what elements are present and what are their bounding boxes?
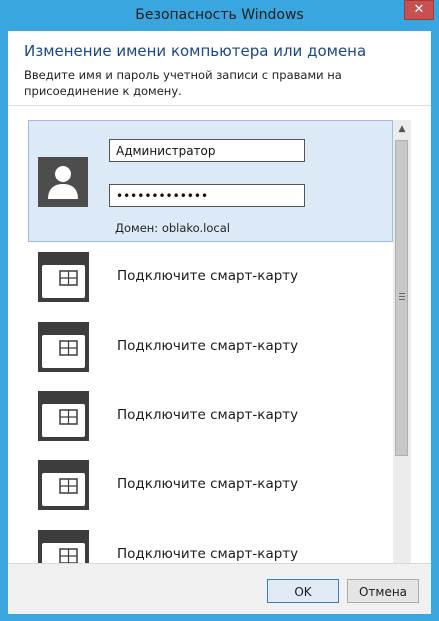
scroll-up-arrow-icon[interactable]: ▲ (393, 120, 411, 138)
dialog-header: Изменение имени компьютера или домена Вв… (8, 31, 431, 106)
credential-tile-selected[interactable]: Домен: oblako.local (28, 120, 393, 242)
credential-list: Домен: oblako.local Подключите смарт-кар… (28, 120, 414, 584)
smartcard-tile[interactable]: Подключите смарт-карту (28, 318, 393, 376)
thumb-grip (399, 293, 405, 294)
close-icon: ✕ (413, 2, 425, 17)
smartcard-tile[interactable]: Подключите смарт-карту (28, 248, 393, 306)
user-avatar-icon (38, 157, 88, 207)
smart-card-icon (38, 322, 89, 372)
smartcard-tile[interactable]: Подключите смарт-карту (28, 387, 393, 445)
window-title: Безопасность Windows (135, 7, 304, 23)
smart-card-icon (38, 391, 89, 441)
thumb-grip (399, 299, 405, 300)
smart-card-icon (38, 252, 89, 302)
smartcard-label: Подключите смарт-карту (117, 546, 299, 562)
smartcard-label: Подключите смарт-карту (117, 338, 299, 354)
security-dialog: Безопасность Windows ✕ Изменение имени к… (0, 0, 439, 621)
smartcard-tile[interactable]: Подключите смарт-карту (28, 456, 393, 514)
dialog-body: Изменение имени компьютера или домена Вв… (8, 31, 431, 614)
thumb-grip (399, 296, 405, 297)
cancel-button[interactable]: Отмена (347, 579, 419, 603)
header-title: Изменение имени компьютера или домена (24, 42, 367, 60)
domain-label: Домен: oblako.local (115, 221, 230, 235)
vertical-scrollbar[interactable]: ▲ ▼ (393, 120, 411, 584)
smartcard-label: Подключите смарт-карту (117, 407, 299, 423)
dialog-footer: OK Отмена (8, 563, 431, 614)
close-button[interactable]: ✕ (404, 0, 434, 20)
scroll-thumb[interactable] (395, 140, 408, 456)
smart-card-icon (38, 460, 89, 510)
ok-button[interactable]: OK (267, 579, 339, 603)
username-input[interactable] (109, 139, 305, 162)
smartcard-label: Подключите смарт-карту (117, 476, 299, 492)
smartcard-label: Подключите смарт-карту (117, 268, 299, 284)
header-description: Введите имя и пароль учетной записи с пр… (24, 68, 342, 98)
password-input[interactable] (109, 184, 305, 207)
title-bar[interactable]: Безопасность Windows ✕ (0, 0, 439, 31)
